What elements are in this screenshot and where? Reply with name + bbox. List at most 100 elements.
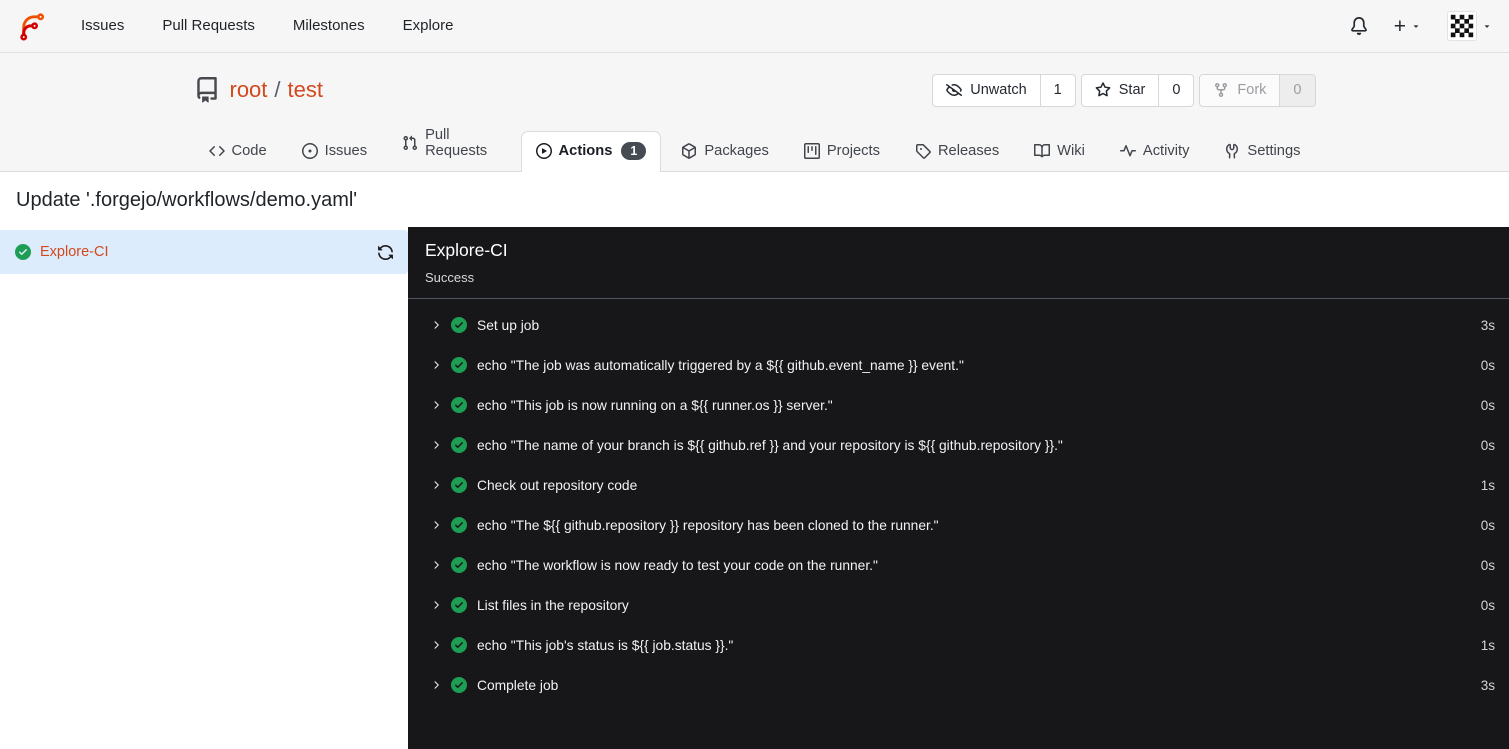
step-row[interactable]: echo "The name of your branch is ${{ git… (408, 425, 1509, 465)
job-status: Success (425, 270, 475, 285)
tab-projects-label: Projects (826, 143, 880, 159)
tab-releases[interactable]: Releases (900, 132, 1014, 171)
repo-tabs: Code Issues Pull Requests Actions 1 Pack… (194, 116, 1316, 172)
nav-milestones[interactable]: Milestones (274, 0, 384, 52)
nav-explore[interactable]: Explore (384, 0, 473, 52)
step-row[interactable]: List files in the repository 0s (408, 585, 1509, 625)
step-row[interactable]: Set up job 3s (408, 305, 1509, 345)
run-layout: Explore-CI Explore-CI Success Set up job… (0, 227, 1509, 749)
step-name: Complete job (477, 677, 559, 693)
step-name: echo "The ${{ github.repository }} repos… (477, 517, 939, 533)
step-name: echo "This job is now running on a ${{ r… (477, 397, 833, 413)
chevron-right-icon (434, 441, 439, 449)
tab-issues[interactable]: Issues (287, 132, 382, 171)
jobs-sidebar: Explore-CI (0, 227, 408, 749)
chevron-right-icon (434, 361, 439, 369)
step-row[interactable]: Complete job 3s (408, 665, 1509, 705)
create-new-button[interactable]: + (1394, 16, 1421, 37)
tab-releases-label: Releases (937, 143, 1000, 159)
repo-owner-link[interactable]: root (230, 77, 268, 103)
rerun-job-button[interactable] (377, 244, 394, 261)
step-success-icon (451, 637, 467, 653)
job-title: Explore-CI (425, 240, 508, 260)
eye-slash-icon (946, 84, 963, 97)
forgejo-actions-page: Issues Pull Requests Milestones Explore … (0, 0, 1509, 749)
job-item-label: Explore-CI (40, 244, 109, 260)
step-row[interactable]: echo "The ${{ github.repository }} repos… (408, 505, 1509, 545)
watchers-count[interactable]: 1 (1039, 74, 1075, 106)
job-log-panel: Explore-CI Success Set up job 3s echo "T… (408, 227, 1509, 749)
book-icon (1034, 143, 1051, 158)
chevron-right-icon (434, 521, 439, 529)
tab-wiki[interactable]: Wiki (1019, 132, 1100, 171)
chevron-right-icon (434, 321, 439, 329)
tab-wiki-label: Wiki (1057, 143, 1085, 159)
forgejo-logo-icon (20, 12, 45, 41)
step-name: echo "The workflow is now ready to test … (477, 557, 878, 573)
step-duration: 0s (1480, 597, 1495, 613)
tab-settings[interactable]: Settings (1209, 132, 1315, 171)
notifications-button[interactable] (1350, 17, 1368, 35)
stars-count[interactable]: 0 (1158, 74, 1193, 106)
step-duration: 0s (1480, 397, 1495, 413)
step-success-icon (451, 437, 467, 453)
step-list: Set up job 3s echo "The job was automati… (408, 299, 1509, 711)
sync-icon (378, 244, 393, 260)
user-menu[interactable] (1447, 11, 1492, 41)
tab-issues-label: Issues (324, 143, 368, 159)
tab-pull-requests[interactable]: Pull Requests (387, 116, 515, 171)
plus-icon: + (1393, 14, 1406, 38)
actions-count-badge: 1 (621, 142, 647, 160)
nav-issues[interactable]: Issues (62, 0, 143, 52)
tab-projects[interactable]: Projects (789, 132, 895, 171)
code-icon (208, 145, 225, 157)
unwatch-label: Unwatch (970, 82, 1027, 98)
chevron-right-icon (434, 561, 439, 569)
play-circle-icon (535, 143, 552, 159)
chevron-down-icon (1413, 25, 1419, 28)
package-icon (682, 143, 697, 159)
step-name: echo "The name of your branch is ${{ git… (477, 437, 1063, 453)
pulse-icon (1119, 145, 1136, 157)
step-name: Check out repository code (477, 477, 638, 493)
chevron-right-icon (434, 641, 439, 649)
tab-actions[interactable]: Actions 1 (520, 131, 662, 172)
top-navbar: Issues Pull Requests Milestones Explore … (0, 0, 1509, 53)
tab-settings-label: Settings (1247, 143, 1301, 159)
tab-packages[interactable]: Packages (666, 132, 784, 171)
step-name: List files in the repository (477, 597, 629, 613)
avatar (1447, 11, 1477, 41)
step-duration: 1s (1480, 637, 1495, 653)
forgejo-logo[interactable] (17, 11, 48, 42)
step-duration: 3s (1480, 677, 1495, 693)
chevron-down-icon (1484, 25, 1490, 28)
chevron-right-icon (434, 601, 439, 609)
step-row[interactable]: Check out repository code 1s (408, 465, 1509, 505)
repo-name-link[interactable]: test (288, 77, 323, 103)
chevron-right-icon (434, 481, 439, 489)
tab-code[interactable]: Code (194, 132, 282, 171)
star-button[interactable]: Star 0 (1080, 73, 1195, 107)
navbar-right: + (1350, 11, 1492, 41)
fork-button: Fork 0 (1199, 73, 1316, 107)
step-row[interactable]: echo "The job was automatically triggere… (408, 345, 1509, 385)
step-name: echo "This job's status is ${{ job.statu… (477, 637, 734, 653)
step-duration: 1s (1480, 477, 1495, 493)
step-name: Set up job (477, 317, 540, 333)
nav-pull-requests[interactable]: Pull Requests (143, 0, 274, 52)
bell-icon (1350, 17, 1367, 35)
unwatch-button[interactable]: Unwatch 1 (932, 73, 1076, 107)
step-row[interactable]: echo "This job's status is ${{ job.statu… (408, 625, 1509, 665)
forks-count: 0 (1279, 74, 1315, 106)
step-row[interactable]: echo "This job is now running on a ${{ r… (408, 385, 1509, 425)
project-icon (803, 143, 820, 159)
git-pull-request-icon (403, 135, 418, 151)
star-label: Star (1118, 82, 1146, 98)
repo-header: root / test Unwatch 1 Star 0 Fork 0 Code… (0, 53, 1509, 172)
run-view: Update '.forgejo/workflows/demo.yaml' Ex… (0, 172, 1509, 749)
repo-breadcrumb: root / test (230, 77, 324, 103)
tab-activity[interactable]: Activity (1105, 132, 1205, 171)
job-item-explore-ci[interactable]: Explore-CI (0, 230, 408, 274)
step-row[interactable]: echo "The workflow is now ready to test … (408, 545, 1509, 585)
step-success-icon (451, 557, 467, 573)
